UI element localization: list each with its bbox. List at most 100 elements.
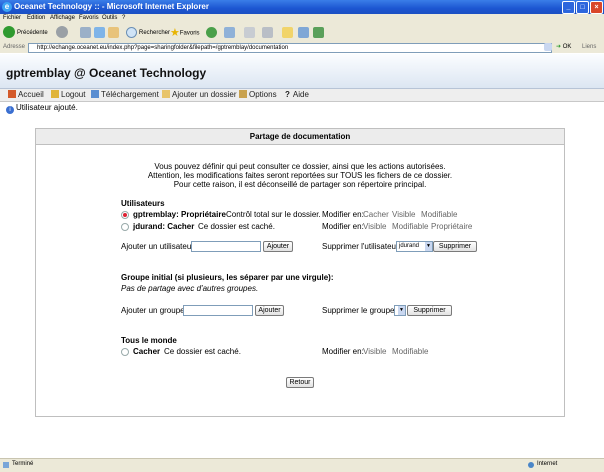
modify-visible-link[interactable]: Visible xyxy=(363,222,386,231)
home-icon[interactable] xyxy=(108,27,119,38)
site-title: gptremblay @ Oceanet Technology xyxy=(6,66,207,80)
address-label: Adresse xyxy=(3,44,26,50)
star-icon: ★ xyxy=(170,27,180,39)
stop-icon[interactable] xyxy=(80,27,91,38)
nav-ajouter-dossier[interactable]: Ajouter un dossier xyxy=(162,90,236,99)
modify-proprietaire-link[interactable]: Propriétaire xyxy=(431,222,472,231)
group-heading: Groupe initial (si plusieurs, les sépare… xyxy=(121,273,334,282)
window-titlebar[interactable]: e Oceanet Technology :: - Microsoft Inte… xyxy=(0,0,604,14)
internet-zone-icon xyxy=(528,462,534,468)
modify-visible-link[interactable]: Visible xyxy=(363,347,386,356)
refresh-icon[interactable] xyxy=(94,27,105,38)
media-icon[interactable] xyxy=(206,27,217,38)
menu-outils[interactable]: Outils xyxy=(102,15,117,21)
address-bar: Adresse http://echange.oceanet.eu/index.… xyxy=(0,42,604,53)
add-group-button[interactable]: Ajouter xyxy=(255,305,284,316)
menu-favoris[interactable]: Favoris xyxy=(79,15,99,21)
remove-group-select[interactable]: ▼ xyxy=(394,305,406,316)
ie-logo-icon: e xyxy=(2,2,12,12)
lock-icon xyxy=(51,90,59,98)
everyone-radio[interactable] xyxy=(121,348,129,356)
modify-label: Modifier en: xyxy=(322,222,364,231)
modify-cacher-link[interactable]: Cacher xyxy=(363,210,389,219)
nav-telechargement[interactable]: Téléchargement xyxy=(91,90,159,99)
go-arrow-icon: ➜ xyxy=(556,44,562,50)
everyone-heading: Tous le monde xyxy=(121,336,177,345)
modify-label: Modifier en: xyxy=(322,210,364,219)
folder-icon[interactable] xyxy=(282,27,293,38)
add-user-input[interactable] xyxy=(191,241,261,252)
menu-affichage[interactable]: Affichage xyxy=(50,15,75,21)
everyone-name: Cacher xyxy=(133,347,161,356)
intro-line-1: Vous pouvez définir qui peut consulter c… xyxy=(154,162,446,171)
wrench-icon xyxy=(239,90,247,98)
nav-accueil[interactable]: Accueil xyxy=(8,90,44,99)
user-desc-gptremblay: Contrôl total sur le dossier. xyxy=(226,210,321,219)
nav-aide[interactable]: ? Aide xyxy=(285,90,309,99)
add-user-button[interactable]: Ajouter xyxy=(263,241,293,252)
remove-user-button[interactable]: Supprimer xyxy=(433,241,477,252)
group-note: Pas de partage avec d'autres groupes. xyxy=(121,284,259,293)
go-button[interactable]: ➜ OK xyxy=(556,43,571,50)
add-group-label: Ajouter un groupe: xyxy=(121,306,187,315)
folder-add-icon xyxy=(162,90,170,98)
remove-user-label: Supprimer l'utilisateur: xyxy=(322,242,401,251)
nav-logout[interactable]: Logout xyxy=(51,90,85,99)
maximize-button[interactable]: □ xyxy=(576,1,589,14)
user-name-gptremblay: gptremblay: Propriétaire xyxy=(133,210,226,219)
remove-group-button[interactable]: Supprimer xyxy=(407,305,452,316)
menu-edition[interactable]: Edition xyxy=(27,15,45,21)
print-icon[interactable] xyxy=(262,27,273,38)
links-button[interactable]: Liens xyxy=(582,44,596,50)
everyone-desc: Ce dossier est caché. xyxy=(164,347,241,356)
users-heading: Utilisateurs xyxy=(121,199,165,208)
page-done-icon xyxy=(3,462,9,468)
mail-icon[interactable] xyxy=(244,27,255,38)
remove-user-select[interactable]: jdurand ▼ xyxy=(396,241,433,252)
close-button[interactable]: × xyxy=(590,1,603,14)
url-input[interactable]: http://echange.oceanet.eu/index.php?page… xyxy=(28,43,552,53)
menu-fichier[interactable]: Fichier xyxy=(3,15,21,21)
modify-modifiable-link[interactable]: Modifiable xyxy=(421,210,457,219)
add-group-input[interactable] xyxy=(183,305,253,316)
add-user-label: Ajouter un utilisateur: xyxy=(121,242,197,251)
history-icon[interactable] xyxy=(224,27,235,38)
nav-options[interactable]: Options xyxy=(239,90,277,99)
forward-arrow-icon xyxy=(56,26,68,39)
back-button[interactable]: Précédente xyxy=(3,26,48,40)
address-dropdown-icon[interactable] xyxy=(544,43,552,51)
user-radio-gptremblay[interactable] xyxy=(121,211,129,219)
back-arrow-icon xyxy=(3,26,15,39)
status-text: Terminé xyxy=(12,461,34,467)
intro-line-2: Attention, les modifications faites sero… xyxy=(147,171,453,180)
menu-bar: Fichier Edition Affichage Favoris Outils… xyxy=(0,14,604,24)
search-button[interactable]: Rechercher xyxy=(126,26,170,40)
status-bar: Terminé Internet xyxy=(0,458,604,472)
modify-modifiable-link[interactable]: Modifiable xyxy=(392,222,428,231)
zone-text: Internet xyxy=(537,461,558,467)
user-name-jdurand: jdurand: Cacher xyxy=(133,222,195,231)
messenger-icon[interactable] xyxy=(298,27,309,38)
panel-title: Partage de documentation xyxy=(36,129,564,145)
user-desc-jdurand: Ce dossier est caché. xyxy=(198,222,275,231)
forward-button[interactable] xyxy=(56,26,70,40)
menu-help[interactable]: ? xyxy=(122,15,125,21)
favorites-button[interactable]: ★Favoris xyxy=(170,26,200,40)
tools-icon[interactable] xyxy=(313,27,324,38)
sharing-panel: Partage de documentation Vous pouvez déf… xyxy=(35,128,565,417)
help-icon: ? xyxy=(285,90,290,99)
site-header: gptremblay @ Oceanet Technology xyxy=(0,54,604,89)
intro-line-3: Pour cette raison, il est déconseillé de… xyxy=(173,180,427,189)
user-radio-jdurand[interactable] xyxy=(121,223,129,231)
modify-label: Modifier en: xyxy=(322,347,364,356)
status-message: i Utilisateur ajouté. xyxy=(0,103,78,114)
chevron-down-icon: ▼ xyxy=(398,306,405,315)
site-nav: Accueil Logout Téléchargement Ajouter un… xyxy=(0,89,604,102)
back-button[interactable]: Retour xyxy=(286,377,314,388)
chevron-down-icon: ▼ xyxy=(425,242,432,251)
home-icon xyxy=(8,90,16,98)
minimize-button[interactable]: _ xyxy=(562,1,575,14)
upload-icon xyxy=(91,90,99,98)
modify-modifiable-link[interactable]: Modifiable xyxy=(392,347,428,356)
modify-visible-link[interactable]: Visible xyxy=(392,210,415,219)
